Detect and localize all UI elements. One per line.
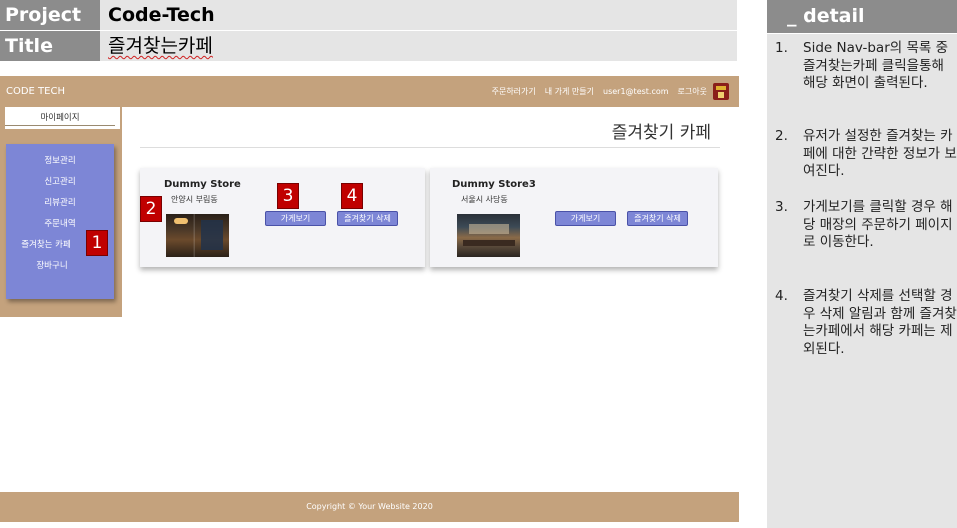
side-menu-cart[interactable]: 장바구니 bbox=[0, 260, 106, 272]
nav-user-email[interactable]: user1@test.com bbox=[603, 87, 669, 96]
detail-text: 즐겨찾기 삭제를 선택할 경우 삭제 알림과 함께 즐겨찾는카페에서 해당 카페… bbox=[803, 288, 957, 357]
cart-icon[interactable] bbox=[713, 83, 729, 100]
detail-text: 가게보기를 클릭할 경우 해당 매장의 주문하기 페이지로 이동한다. bbox=[803, 199, 953, 250]
store-name: Dummy Store bbox=[164, 179, 241, 190]
view-store-button[interactable]: 가게보기 bbox=[555, 211, 616, 226]
detail-num: 2. bbox=[775, 128, 788, 144]
detail-num: 3. bbox=[775, 199, 788, 215]
site-footer: Copyright © Your Website 2020 bbox=[0, 492, 739, 522]
side-menu: 정보관리 신고관리 리뷰관리 주문내역 즐겨찾는 카페 장바구니 bbox=[6, 144, 114, 299]
side-menu-review[interactable]: 리뷰관리 bbox=[6, 197, 114, 209]
side-menu-orders[interactable]: 주문내역 bbox=[6, 218, 114, 230]
nav-order-link[interactable]: 주문하러가기 bbox=[492, 86, 536, 97]
project-value: Code-Tech bbox=[100, 0, 737, 30]
title-value: 즐겨찾는카페 bbox=[108, 35, 213, 57]
detail-item-2: 2. 유저가 설정한 즐겨찾는 카페에 대한 간략한 정보가 보여진다. bbox=[775, 128, 957, 181]
side-menu-favorite-cafe[interactable]: 즐겨찾는 카페 bbox=[0, 239, 100, 251]
store-address: 안양시 부림동 bbox=[171, 195, 218, 204]
marker-1: 1 bbox=[86, 230, 108, 256]
page-title-divider bbox=[140, 147, 720, 148]
store-name: Dummy Store3 bbox=[452, 179, 536, 190]
store-photo bbox=[457, 214, 520, 257]
marker-2: 2 bbox=[140, 196, 162, 222]
nav-make-store-link[interactable]: 내 가게 만들기 bbox=[545, 86, 594, 97]
detail-item-1: 1. Side Nav-bar의 목록 중 즐겨찾는카페 클릭을통해 해당 화면… bbox=[775, 40, 957, 93]
view-store-button[interactable]: 가게보기 bbox=[265, 211, 326, 226]
detail-panel: 1. Side Nav-bar의 목록 중 즐겨찾는카페 클릭을통해 해당 화면… bbox=[767, 34, 957, 528]
mypage-divider bbox=[5, 125, 115, 126]
detail-text: Side Nav-bar의 목록 중 즐겨찾는카페 클릭을통해 해당 화면이 출… bbox=[803, 40, 949, 91]
detail-item-4: 4. 즐겨찾기 삭제를 선택할 경우 삭제 알림과 함께 즐겨찾는카페에서 해당… bbox=[775, 288, 957, 358]
marker-3: 3 bbox=[277, 183, 299, 209]
title-label: Title bbox=[0, 31, 100, 61]
site-navbar: CODE TECH 주문하러가기 내 가게 만들기 user1@test.com… bbox=[0, 76, 739, 107]
detail-text: 유저가 설정한 즐겨찾는 카페에 대한 간략한 정보가 보여진다. bbox=[803, 128, 957, 179]
delete-favorite-button[interactable]: 즐겨찾기 삭제 bbox=[337, 211, 398, 226]
store-photo bbox=[166, 214, 229, 257]
detail-num: 4. bbox=[775, 288, 788, 304]
page-title: 즐겨찾기 카페 bbox=[611, 123, 711, 143]
side-menu-info[interactable]: 정보관리 bbox=[6, 155, 114, 167]
project-label: Project bbox=[0, 0, 100, 30]
nav-logout-link[interactable]: 로그아웃 bbox=[678, 86, 707, 97]
detail-item-3: 3. 가게보기를 클릭할 경우 해당 매장의 주문하기 페이지로 이동한다. bbox=[775, 199, 957, 252]
detail-num: 1. bbox=[775, 40, 788, 56]
mypage-title: 마이페이지 bbox=[40, 113, 80, 123]
delete-favorite-button[interactable]: 즐겨찾기 삭제 bbox=[627, 211, 688, 226]
store-address: 서울시 사당동 bbox=[461, 195, 508, 204]
site-nav-links: 주문하러가기 내 가게 만들기 user1@test.com 로그아웃 bbox=[492, 76, 707, 107]
title-value-row: 즐겨찾는카페 bbox=[100, 31, 737, 61]
detail-title: _ detail bbox=[767, 0, 957, 33]
store-card-2: Dummy Store3 서울시 사당동 가게보기 즐겨찾기 삭제 bbox=[430, 168, 718, 267]
marker-4: 4 bbox=[341, 183, 363, 209]
side-menu-report[interactable]: 신고관리 bbox=[6, 176, 114, 188]
